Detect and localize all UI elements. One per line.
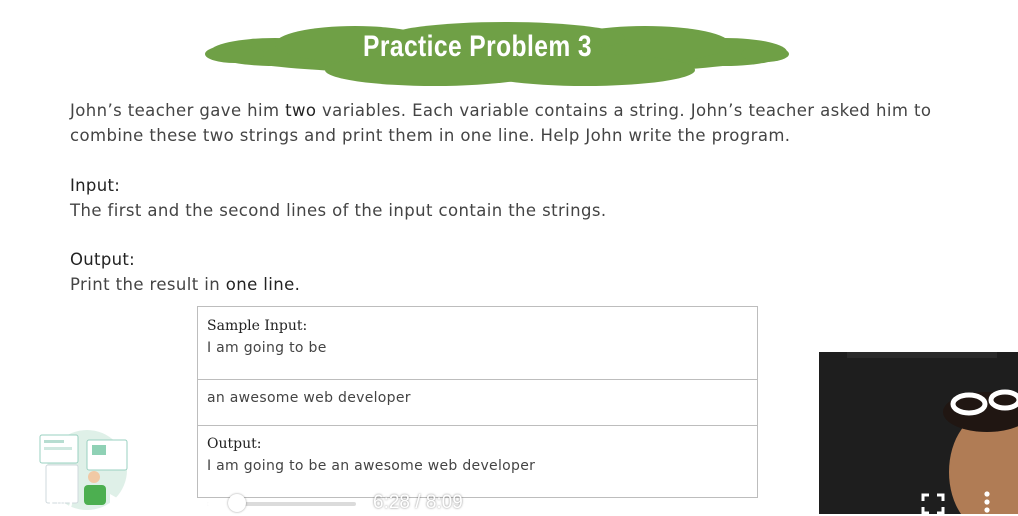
play-icon[interactable] xyxy=(107,492,129,514)
sample-input-line-1: I am going to be xyxy=(207,340,327,356)
problem-line-2: combine these two strings and print them… xyxy=(70,126,791,145)
output-description: Print the result in one line. xyxy=(70,275,301,294)
sample-input-row: Sample Input: I am going to be xyxy=(198,307,757,380)
sample-output-line: I am going to be an awesome web develope… xyxy=(207,458,536,474)
emphasis-one-line: one line. xyxy=(225,275,301,294)
emphasis-two: two xyxy=(285,101,317,120)
input-description: The first and the second lines of the in… xyxy=(70,201,607,220)
sample-input-line-2: an awesome web developer xyxy=(207,390,411,406)
page-title: Practice Problem 3 xyxy=(363,30,592,63)
sample-table: Sample Input: I am going to be an awesom… xyxy=(197,306,758,498)
progress-thumb[interactable] xyxy=(227,494,246,512)
problem-line-1: John’s teacher gave him two variables. E… xyxy=(70,101,932,120)
sample-output-label: Output: xyxy=(207,436,262,452)
svg-text:10: 10 xyxy=(6,500,16,509)
sample-output-row: Output: I am going to be an awesome web … xyxy=(198,426,757,496)
more-options-icon[interactable] xyxy=(981,490,993,514)
volume-icon[interactable] xyxy=(155,491,185,515)
time-display: 6:28 / 8:09 xyxy=(373,492,463,513)
sample-input-label: Sample Input: xyxy=(207,318,308,334)
forward-10-icon[interactable]: 10 xyxy=(47,488,75,516)
svg-text:10: 10 xyxy=(55,499,65,508)
problem-description: John’s teacher gave him two variables. E… xyxy=(70,98,950,148)
sample-input-row-2: an awesome web developer xyxy=(198,379,757,426)
input-heading: Input: xyxy=(70,176,121,195)
output-heading: Output: xyxy=(70,250,135,269)
fullscreen-icon[interactable] xyxy=(921,493,945,514)
replay-10-icon[interactable]: 10 xyxy=(0,490,24,514)
